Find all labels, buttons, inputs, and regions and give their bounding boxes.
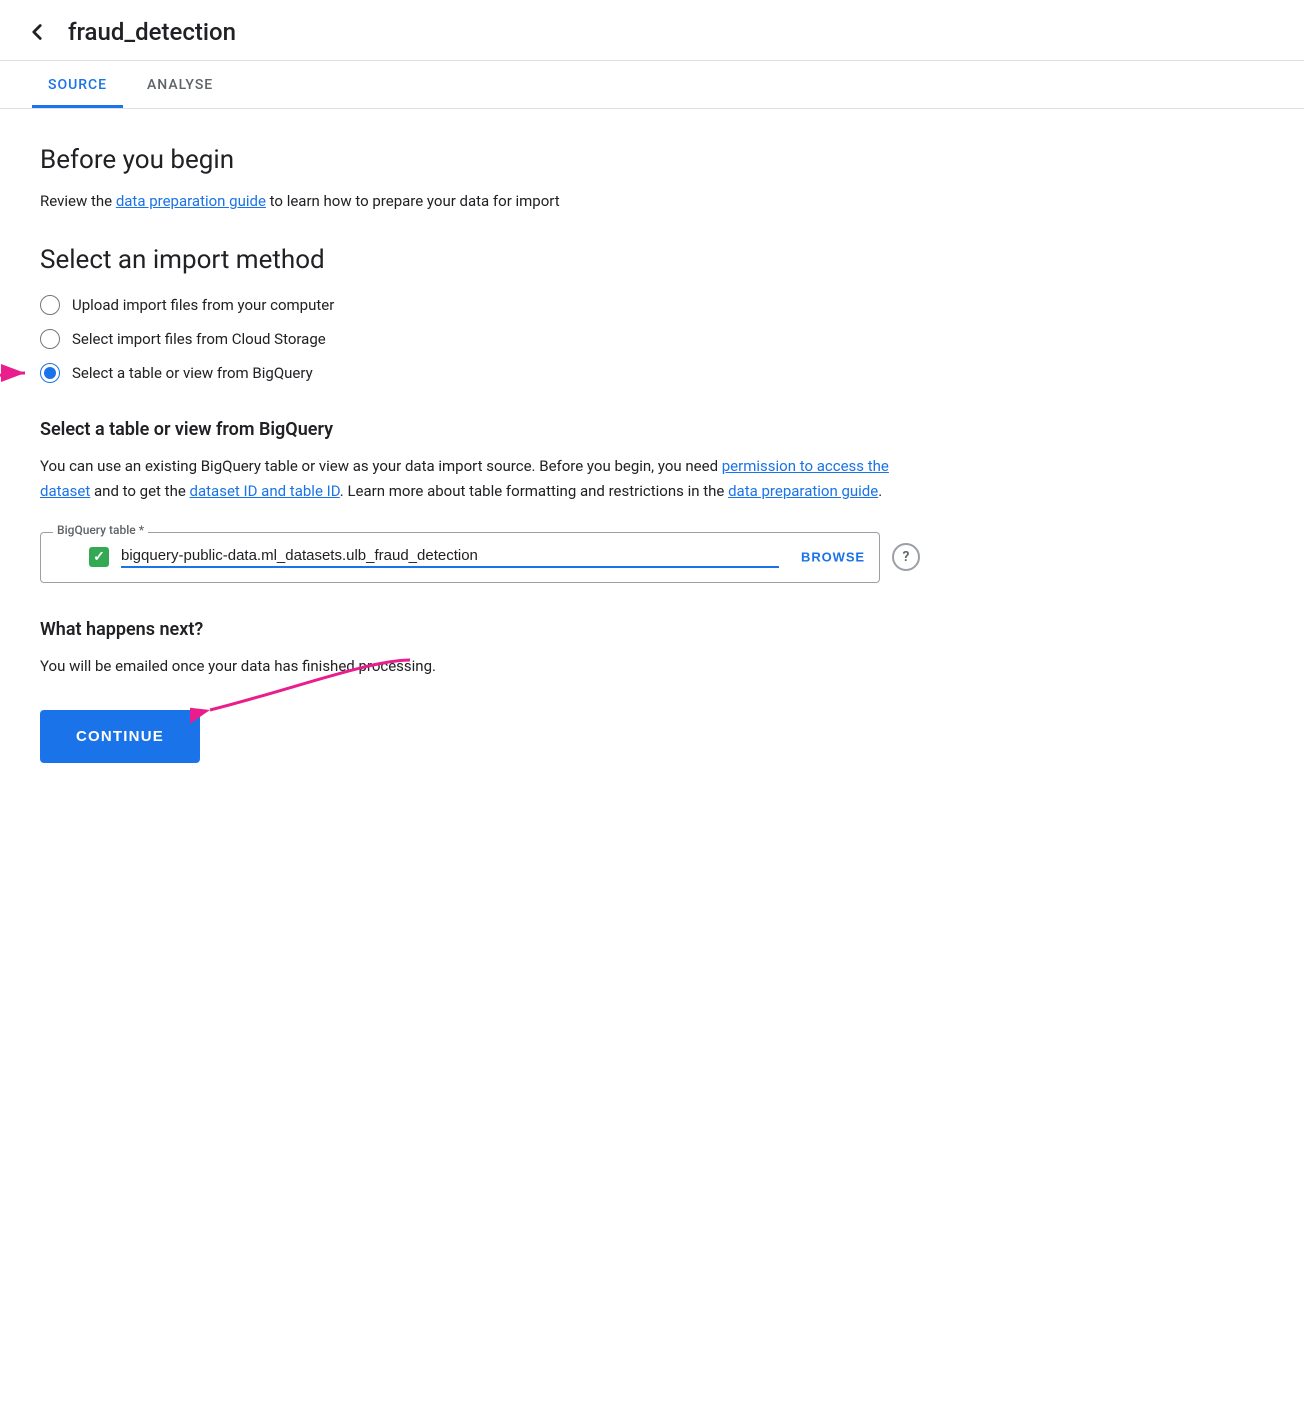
- continue-area: CONTINUE: [40, 710, 200, 763]
- import-method-heading: Select an import method: [40, 245, 920, 275]
- bigquery-table-field[interactable]: BigQuery table * ✓ BROWSE: [40, 532, 880, 583]
- radio-cloud-storage-label: Select import files from Cloud Storage: [72, 330, 326, 348]
- what-next-heading: What happens next?: [40, 619, 920, 640]
- bq-section-body: You can use an existing BigQuery table o…: [40, 454, 920, 504]
- bq-section-heading: Select a table or view from BigQuery: [40, 419, 920, 440]
- continue-button[interactable]: CONTINUE: [40, 710, 200, 763]
- header: fraud_detection: [0, 0, 1304, 61]
- page-title: fraud_detection: [68, 18, 236, 46]
- data-prep-guide-link-2[interactable]: data preparation guide: [728, 482, 878, 500]
- before-begin-heading: Before you begin: [40, 145, 920, 175]
- bigquery-checkbox-green: ✓: [89, 547, 109, 567]
- help-icon[interactable]: ?: [892, 543, 920, 571]
- radio-option-cloud-storage[interactable]: Select import files from Cloud Storage: [40, 329, 920, 349]
- bq-body-end: .: [878, 482, 882, 500]
- tabs-bar: SOURCE ANALYSE: [0, 61, 1304, 109]
- pink-arrow-radio-annotation: [0, 343, 40, 403]
- bigquery-table-input-group: BigQuery table * ✓ BROWSE ?: [40, 532, 920, 583]
- before-begin-body: Review the data preparation guide to lea…: [40, 189, 920, 213]
- bq-body-suffix: . Learn more about table formatting and …: [340, 482, 728, 500]
- radio-option-bigquery[interactable]: Select a table or view from BigQuery: [40, 363, 313, 383]
- tab-source[interactable]: SOURCE: [32, 61, 123, 108]
- radio-bigquery-label: Select a table or view from BigQuery: [72, 364, 313, 382]
- radio-cloud-storage-input[interactable]: [40, 329, 60, 349]
- radio-bigquery-input[interactable]: [40, 363, 60, 383]
- browse-button[interactable]: BROWSE: [801, 550, 865, 565]
- radio-upload-label: Upload import files from your computer: [72, 296, 334, 314]
- import-method-options: Upload import files from your computer S…: [40, 295, 920, 383]
- dataset-id-link[interactable]: dataset ID and table ID: [190, 482, 340, 500]
- radio-upload-input[interactable]: [40, 295, 60, 315]
- main-content: Before you begin Review the data prepara…: [0, 109, 960, 811]
- tab-analyse[interactable]: ANALYSE: [131, 61, 229, 108]
- radio-option-upload[interactable]: Upload import files from your computer: [40, 295, 920, 315]
- before-begin-text-prefix: Review the: [40, 192, 116, 210]
- radio-option-bigquery-row: Select a table or view from BigQuery: [40, 363, 920, 383]
- bigquery-table-field-label: BigQuery table *: [53, 523, 148, 537]
- bigquery-table-input[interactable]: [121, 547, 779, 568]
- bq-body-prefix: You can use an existing BigQuery table o…: [40, 457, 722, 475]
- before-begin-text-suffix: to learn how to prepare your data for im…: [266, 192, 560, 210]
- back-button[interactable]: [24, 19, 50, 45]
- bq-body-mid: and to get the: [90, 482, 189, 500]
- data-prep-guide-link-1[interactable]: data preparation guide: [116, 192, 266, 210]
- what-next-body: You will be emailed once your data has f…: [40, 654, 920, 678]
